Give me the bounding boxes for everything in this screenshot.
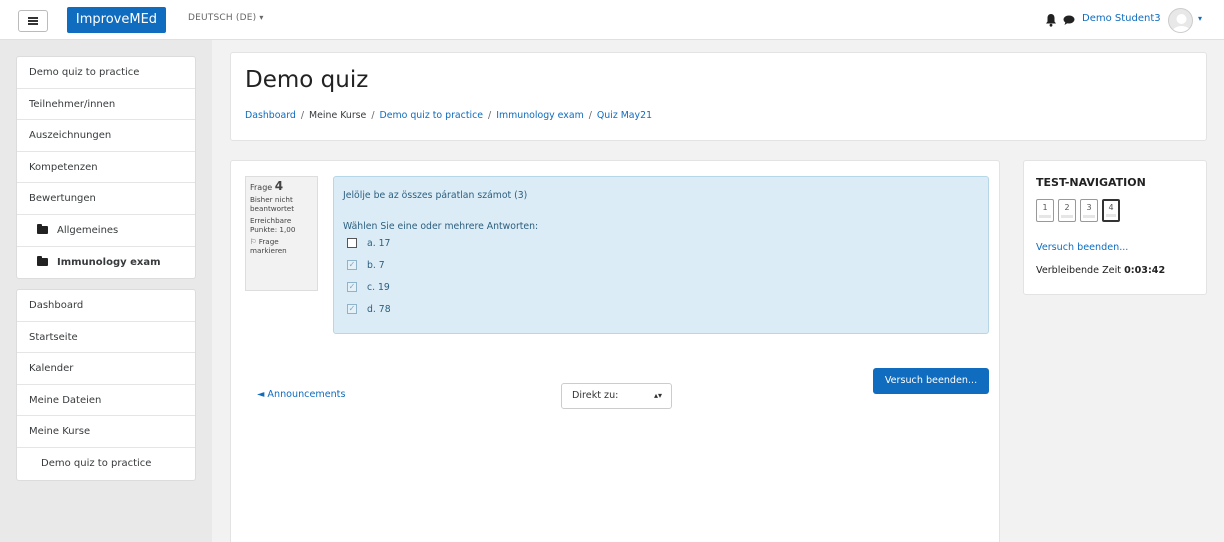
breadcrumb-dashboard[interactable]: Dashboard [245, 110, 296, 121]
bell-icon[interactable] [1045, 13, 1057, 27]
nav-item-calendar[interactable]: Kalender [17, 353, 195, 385]
question-content: Jelölje be az összes páratlan számot (3)… [333, 176, 989, 334]
chat-icon[interactable] [1063, 14, 1075, 26]
question-nav-buttons: 1 2 3 4 [1036, 199, 1120, 222]
language-label: DEUTSCH (DE) [188, 13, 257, 23]
answer-label: c. 19 [367, 281, 390, 293]
answer-checkbox[interactable] [347, 238, 357, 248]
breadcrumb-separator: / [300, 110, 305, 121]
question-number-label: Frage [250, 183, 273, 192]
language-menu[interactable]: DEUTSCH (DE) ▾ [188, 13, 264, 23]
quiz-navigation-block: TEST-NAVIGATION 1 2 3 4 Versuch beenden.… [1023, 160, 1207, 295]
nav-item-private-files[interactable]: Meine Dateien [17, 385, 195, 417]
question-points: Erreichbare Punkte: 1,00 [250, 216, 296, 234]
page-header: Demo quiz Dashboard / Meine Kurse / Demo qui… [230, 52, 1207, 141]
flag-question-link[interactable]: ⚐ Frage markieren [250, 237, 313, 255]
breadcrumb-separator: / [488, 110, 492, 121]
avatar[interactable] [1168, 8, 1193, 33]
breadcrumb-section[interactable]: Immunology exam [496, 110, 584, 121]
breadcrumb-course[interactable]: Demo quiz to practice [380, 110, 484, 121]
jump-to-label: Direkt zu: [572, 390, 619, 401]
breadcrumb: Dashboard / Meine Kurse / Demo quiz to pract… [245, 110, 652, 121]
site-nav-block: Dashboard Startseite Kalender Meine Date… [16, 289, 196, 481]
answer-label: b. 7 [367, 259, 385, 271]
nav-item-label: Immunology exam [57, 256, 161, 268]
caret-down-icon[interactable]: ▾ [1198, 14, 1202, 23]
nav-item-course[interactable]: Demo quiz to practice [17, 57, 195, 89]
question-nav-button-2[interactable]: 2 [1058, 199, 1076, 222]
nav-item-my-courses[interactable]: Meine Kurse [17, 416, 195, 448]
nav-item-home[interactable]: Startseite [17, 322, 195, 354]
page-title: Demo quiz [245, 67, 369, 93]
avatar-icon [1172, 14, 1191, 32]
nav-item-participants[interactable]: Teilnehmer/innen [17, 89, 195, 121]
finish-attempt-link[interactable]: Versuch beenden... [1036, 242, 1128, 253]
course-nav-block: Demo quiz to practice Teilnehmer/innen A… [16, 56, 196, 280]
timer-label: Verbleibende Zeit [1036, 265, 1122, 276]
answer-label: d. 78 [367, 303, 391, 315]
top-navbar: ImproveMEd DEUTSCH (DE) ▾ Demo Student3 ▾ [0, 0, 1224, 40]
nav-item-immunology-exam[interactable]: Immunology exam [17, 247, 195, 279]
timer-value: 0:03:42 [1124, 265, 1166, 276]
breadcrumb-my-courses: Meine Kurse [309, 110, 367, 121]
question-info: Frage 4 Bisher nicht beantwortet Erreich… [245, 176, 318, 291]
answer-option[interactable]: ✓ d. 78 [347, 302, 391, 316]
nav-item-dashboard[interactable]: Dashboard [17, 290, 195, 322]
question-number-value: 4 [274, 179, 284, 193]
folder-icon [37, 223, 48, 234]
caret-down-icon: ▾ [259, 13, 264, 22]
answer-checkbox[interactable]: ✓ [347, 282, 357, 292]
question-nav-button-4[interactable]: 4 [1102, 199, 1120, 222]
question-text: Jelölje be az összes páratlan számot (3) [343, 190, 528, 201]
finish-attempt-button[interactable]: Versuch beenden... [873, 368, 989, 394]
menu-toggle-button[interactable] [18, 10, 48, 32]
answer-prompt: Wählen Sie eine oder mehrere Antworten: [343, 221, 539, 232]
nav-item-competencies[interactable]: Kompetenzen [17, 152, 195, 184]
flag-icon: ⚐ [250, 237, 259, 246]
question-status: Bisher nicht beantwortet [250, 195, 295, 213]
breadcrumb-separator: / [371, 110, 375, 121]
menu-icon [28, 17, 38, 25]
question-nav-button-1[interactable]: 1 [1036, 199, 1054, 222]
answer-option[interactable]: a. 17 [347, 236, 390, 250]
select-arrows-icon: ▴▾ [653, 391, 662, 400]
previous-activity-link[interactable]: ◄ Announcements [257, 389, 345, 400]
answer-option[interactable]: ✓ c. 19 [347, 280, 390, 294]
jump-to-select[interactable]: Direkt zu: ▴▾ [561, 383, 672, 409]
quiz-navigation-title: TEST-NAVIGATION [1036, 176, 1146, 189]
answer-label: a. 17 [367, 237, 391, 249]
question-nav-button-3[interactable]: 3 [1080, 199, 1098, 222]
breadcrumb-separator: / [588, 110, 592, 121]
site-brand-link[interactable]: ImproveMEd [67, 7, 166, 33]
user-menu-name[interactable]: Demo Student3 [1082, 13, 1161, 24]
answer-checkbox[interactable]: ✓ [347, 304, 357, 314]
answer-checkbox[interactable]: ✓ [347, 260, 357, 270]
question-number: Frage 4 [250, 179, 313, 193]
quiz-main-region: Frage 4 Bisher nicht beantwortet Erreich… [230, 160, 1000, 542]
nav-item-label: Allgemeines [57, 224, 119, 236]
nav-item-general[interactable]: Allgemeines [17, 215, 195, 247]
time-remaining: Verbleibende Zeit 0:03:42 [1036, 265, 1165, 276]
nav-item-grades[interactable]: Bewertungen [17, 183, 195, 215]
nav-item-badges[interactable]: Auszeichnungen [17, 120, 195, 152]
folder-icon [37, 255, 48, 266]
breadcrumb-quiz[interactable]: Quiz May21 [597, 110, 652, 121]
answer-option[interactable]: ✓ b. 7 [347, 258, 385, 272]
nav-item-course-link[interactable]: Demo quiz to practice [17, 448, 195, 480]
